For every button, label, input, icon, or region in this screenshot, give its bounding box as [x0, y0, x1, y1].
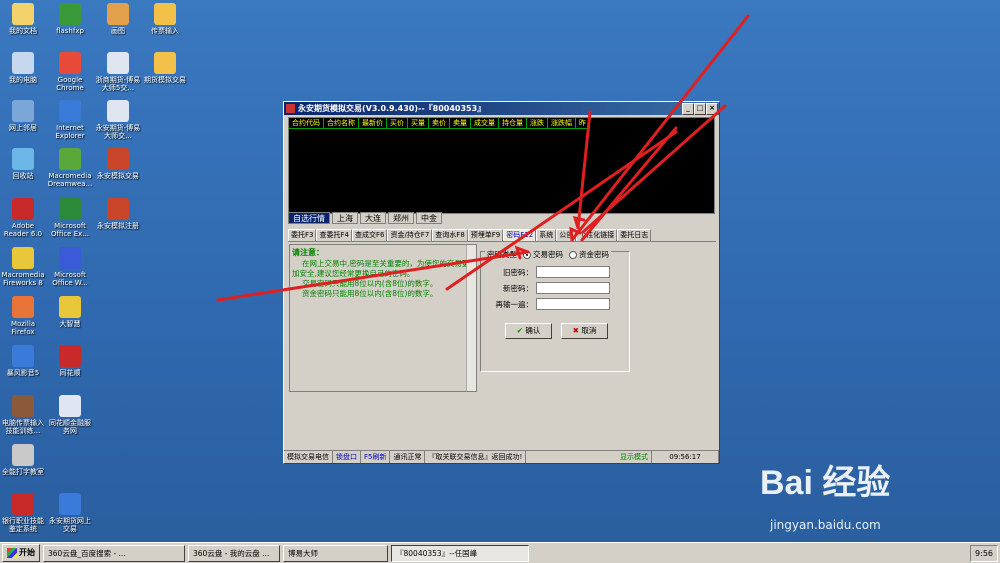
taskbar-item-trading[interactable]: 『80040353』--任国峰 — [391, 544, 529, 562]
system-tray: 9:56 — [970, 544, 998, 562]
arrow-line — [580, 126, 678, 242]
arrow-line — [216, 250, 530, 302]
arrow-line — [576, 110, 592, 230]
baidu-watermark: Bai 经验 — [760, 464, 891, 502]
taskbar-item-360-cloud[interactable]: 360云盘 - 我的云盘 ... — [188, 544, 280, 562]
taskbar-item-boyi[interactable]: 博易大师 — [283, 544, 388, 562]
desktop: 我的文档 flashfxp 画图 传票输入 我的电脑 Google Chrome 浙商期货-… — [0, 0, 1000, 543]
start-button[interactable]: 开始 — [2, 544, 40, 562]
clock[interactable]: 9:56 — [975, 549, 993, 558]
arrow-line — [581, 104, 727, 234]
arrow-line — [445, 130, 678, 291]
taskbar: 开始 360云盘_百度搜索 - ... 360云盘 - 我的云盘 ... 博易大… — [0, 542, 1000, 563]
arrow-line — [570, 14, 750, 242]
taskbar-item-360-search[interactable]: 360云盘_百度搜索 - ... — [43, 544, 185, 562]
baidu-url: jingyan.baidu.com — [770, 518, 881, 532]
windows-logo-icon — [7, 548, 17, 558]
